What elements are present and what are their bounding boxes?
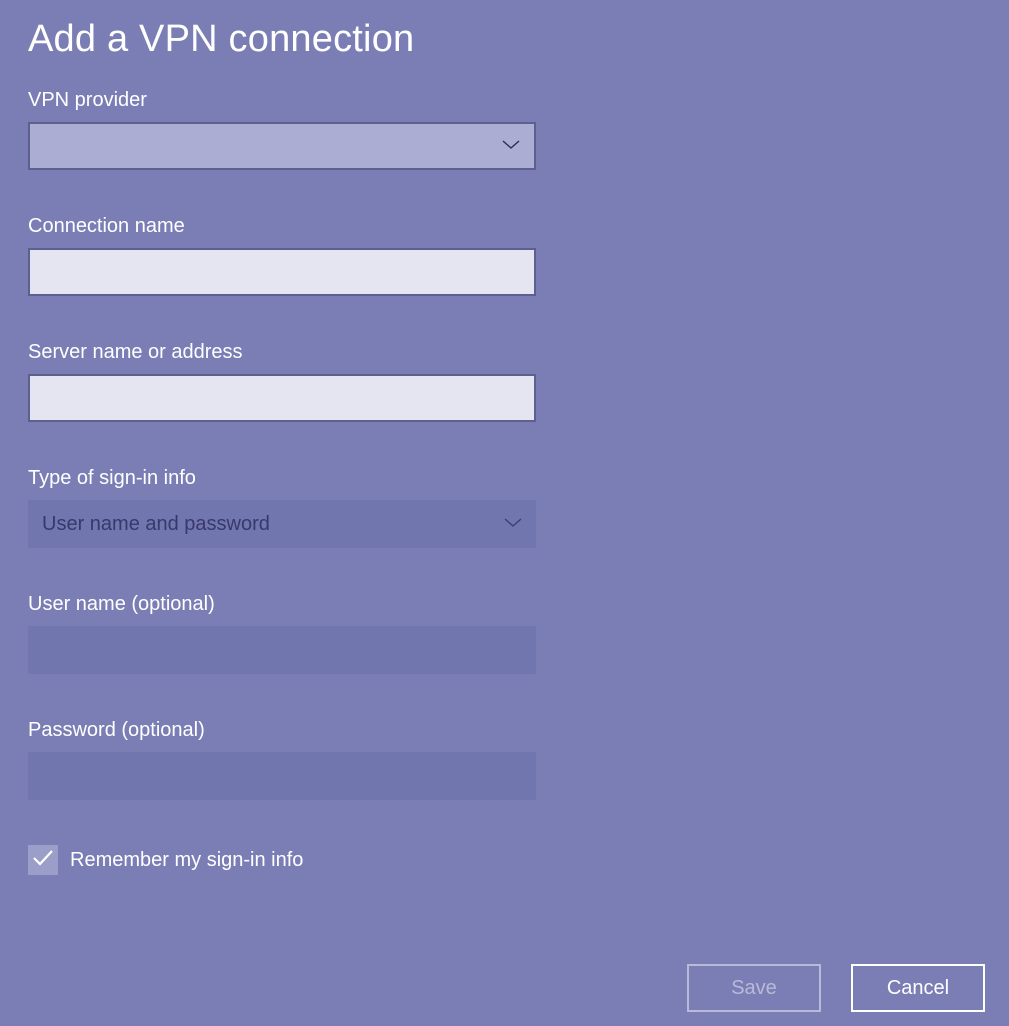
password-label: Password (optional): [28, 719, 981, 742]
server-address-label: Server name or address: [28, 341, 981, 364]
signin-type-value: User name and password: [42, 513, 270, 536]
connection-name-input[interactable]: [28, 248, 536, 296]
server-address-field: Server name or address: [28, 341, 981, 422]
server-address-input[interactable]: [28, 374, 536, 422]
connection-name-label: Connection name: [28, 215, 981, 238]
check-icon: [32, 849, 54, 872]
vpn-provider-field: VPN provider: [28, 89, 981, 170]
username-input[interactable]: [28, 626, 536, 674]
remember-signin-label: Remember my sign-in info: [70, 849, 303, 872]
cancel-button[interactable]: Cancel: [851, 964, 985, 1012]
vpn-provider-dropdown[interactable]: [28, 122, 536, 170]
signin-type-label: Type of sign-in info: [28, 467, 981, 490]
signin-type-field: Type of sign-in info User name and passw…: [28, 467, 981, 548]
page-title: Add a VPN connection: [28, 18, 981, 61]
remember-signin-row: Remember my sign-in info: [28, 845, 981, 875]
chevron-down-icon: [504, 515, 522, 533]
signin-type-dropdown[interactable]: User name and password: [28, 500, 536, 548]
password-input[interactable]: [28, 752, 536, 800]
username-field: User name (optional): [28, 593, 981, 674]
password-field: Password (optional): [28, 719, 981, 800]
dialog-buttons: Save Cancel: [687, 964, 985, 1012]
remember-signin-checkbox[interactable]: [28, 845, 58, 875]
connection-name-field: Connection name: [28, 215, 981, 296]
vpn-provider-label: VPN provider: [28, 89, 981, 112]
save-button[interactable]: Save: [687, 964, 821, 1012]
username-label: User name (optional): [28, 593, 981, 616]
chevron-down-icon: [502, 137, 520, 155]
